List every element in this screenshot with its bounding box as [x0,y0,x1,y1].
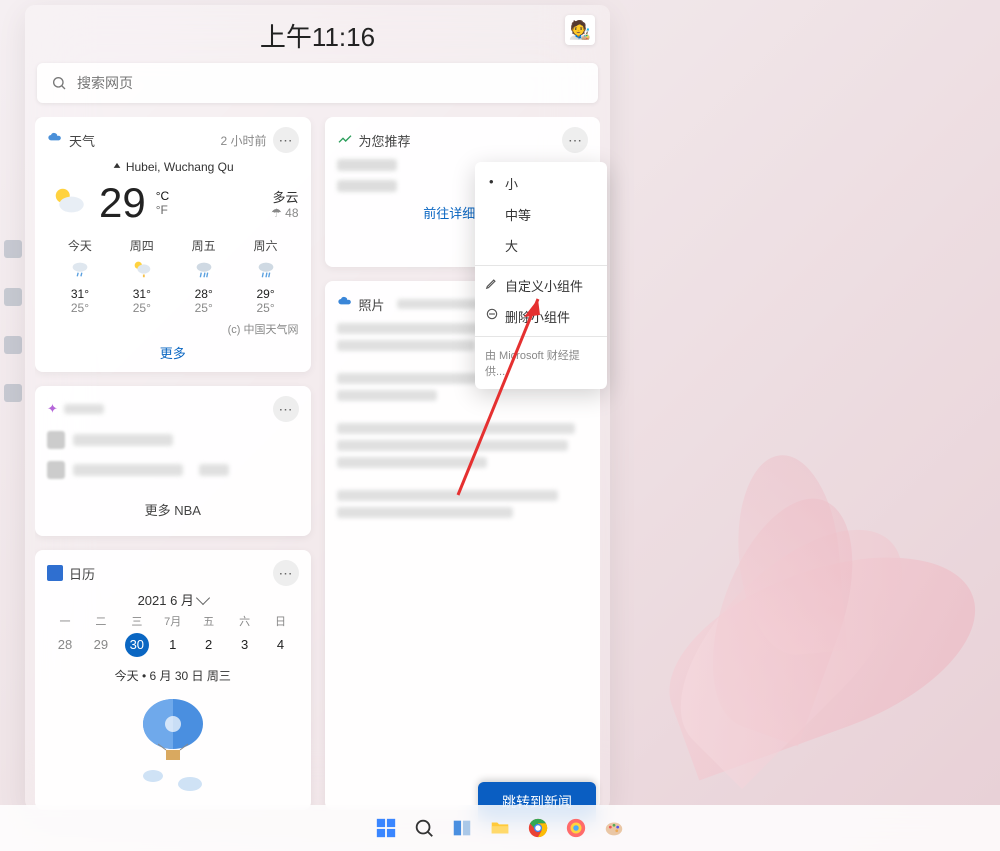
widgets-panel: 上午11:16 🧑‍🎨 天气 2 小时前 ⋯ [25,5,610,810]
calendar-icon [47,565,63,581]
forecast-day[interactable]: 周四 31° 25° [111,237,173,315]
ctx-size-small[interactable]: 小 [475,168,607,199]
search-box[interactable] [37,63,598,103]
pencil-icon [485,276,499,293]
taskbar-search[interactable] [410,814,438,842]
weather-location: Hubei, Wuchang Qu [112,160,234,174]
photos-icon [337,295,353,314]
calendar-today-text: 今天 • 6 月 30 日 周三 [47,667,299,684]
paint-icon[interactable] [600,814,628,842]
ctx-customize[interactable]: 自定义小组件 [475,270,607,301]
ctx-size-medium[interactable]: 中等 [475,199,607,230]
calendar-title: 日历 [69,564,95,583]
forecast-row: 今天 31° 25° 周四 31° 25° 周五 28° [49,237,297,315]
user-avatar[interactable]: 🧑‍🎨 [565,15,595,45]
calendar-widget[interactable]: 日历 ⋯ 2021 6 月 一二三7月五六日 28 29 30 1 2 3 4 [35,550,311,810]
browser-icon[interactable] [562,814,590,842]
calendar-days[interactable]: 28 29 30 1 2 3 4 [47,633,299,657]
weather-attribution: (c) 中国天气网 [47,321,299,337]
ctx-remove[interactable]: 删除小组件 [475,301,607,332]
weather-timestamp: 2 小时前 [220,132,266,149]
ctx-size-large[interactable]: 大 [475,230,607,261]
temp-units[interactable]: °C °F [156,189,169,218]
ctx-footer: 由 Microsoft 财经提供... [475,341,607,383]
weather-icon [47,131,63,150]
calendar-month[interactable]: 2021 6 月 [47,590,299,609]
forecast-day[interactable]: 周六 29° 25° [235,237,297,315]
temperature: 29 [99,179,146,227]
file-explorer[interactable] [486,814,514,842]
forecast-day[interactable]: 周五 28° 25° [173,237,235,315]
finance-title: 为您推荐 [359,131,411,150]
calendar-dow: 一二三7月五六日 [47,613,299,629]
calendar-more-button[interactable]: ⋯ [273,560,299,586]
chrome-icon[interactable] [524,814,552,842]
balloon-illustration [128,694,218,794]
chevron-down-icon [196,591,210,605]
stocks-icon [337,131,353,150]
task-view[interactable] [448,814,476,842]
search-input[interactable] [77,75,584,91]
sports-more-button[interactable]: ⋯ [273,396,299,422]
desktop-icons [0,240,22,402]
widget-context-menu: 小 中等 大 自定义小组件 删除小组件 由 Microsoft 财经提供... [475,162,607,389]
taskbar [0,805,1000,851]
remove-icon [485,307,499,324]
weather-widget[interactable]: 天气 2 小时前 ⋯ Hubei, Wuchang Qu 29 [35,117,311,372]
search-icon [51,75,67,91]
weather-more-link[interactable]: 更多 [47,343,299,362]
forecast-day[interactable]: 今天 31° 25° [49,237,111,315]
clock: 上午11:16 [260,17,375,54]
weather-title: 天气 [69,131,95,150]
partly-cloudy-icon [47,180,89,227]
condition: 多云 [271,187,298,206]
weather-more-button[interactable]: ⋯ [273,127,299,153]
finance-more-button[interactable]: ⋯ [562,127,588,153]
photos-title: 照片 [359,295,385,314]
dewpoint: ☂ 48 [271,206,298,220]
start-button[interactable] [372,814,400,842]
sports-widget[interactable]: ✦ ⋯ 更多 NBA [35,386,311,536]
sports-more-link[interactable]: 更多 NBA [47,500,299,519]
sports-icon: ✦ [47,401,58,417]
